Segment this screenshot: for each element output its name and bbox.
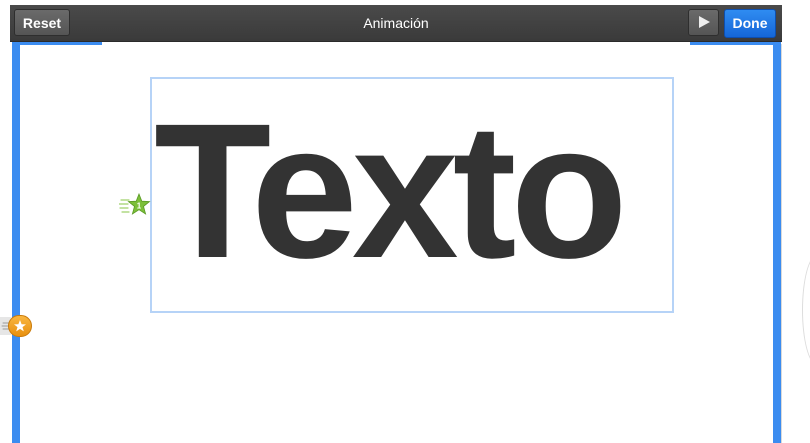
build-star-icon: 1 — [118, 192, 151, 215]
scroll-edge — [802, 255, 810, 365]
top-toolbar: Reset Animación Done — [10, 5, 782, 42]
action-badge-pill — [8, 315, 32, 337]
slide-frame-top-right — [690, 42, 781, 45]
toolbar-title: Animación — [363, 15, 429, 31]
star-icon — [14, 320, 26, 332]
reset-button[interactable]: Reset — [14, 9, 70, 36]
slide-frame-right — [773, 42, 781, 443]
build-in-badge[interactable]: 1 — [118, 192, 153, 219]
play-icon — [699, 16, 710, 28]
slide-frame-left — [12, 42, 20, 443]
panel-divider — [781, 44, 782, 443]
build-order-number: 1 — [137, 202, 142, 211]
play-button[interactable] — [688, 9, 719, 36]
text-box[interactable]: Texto — [150, 77, 674, 313]
slide-text: Texto — [154, 83, 628, 298]
action-badge[interactable] — [0, 314, 32, 338]
animation-editor: Reset Animación Done Texto 1 — [0, 0, 810, 443]
slide-frame-top-left — [12, 42, 102, 45]
done-button[interactable]: Done — [724, 9, 776, 38]
